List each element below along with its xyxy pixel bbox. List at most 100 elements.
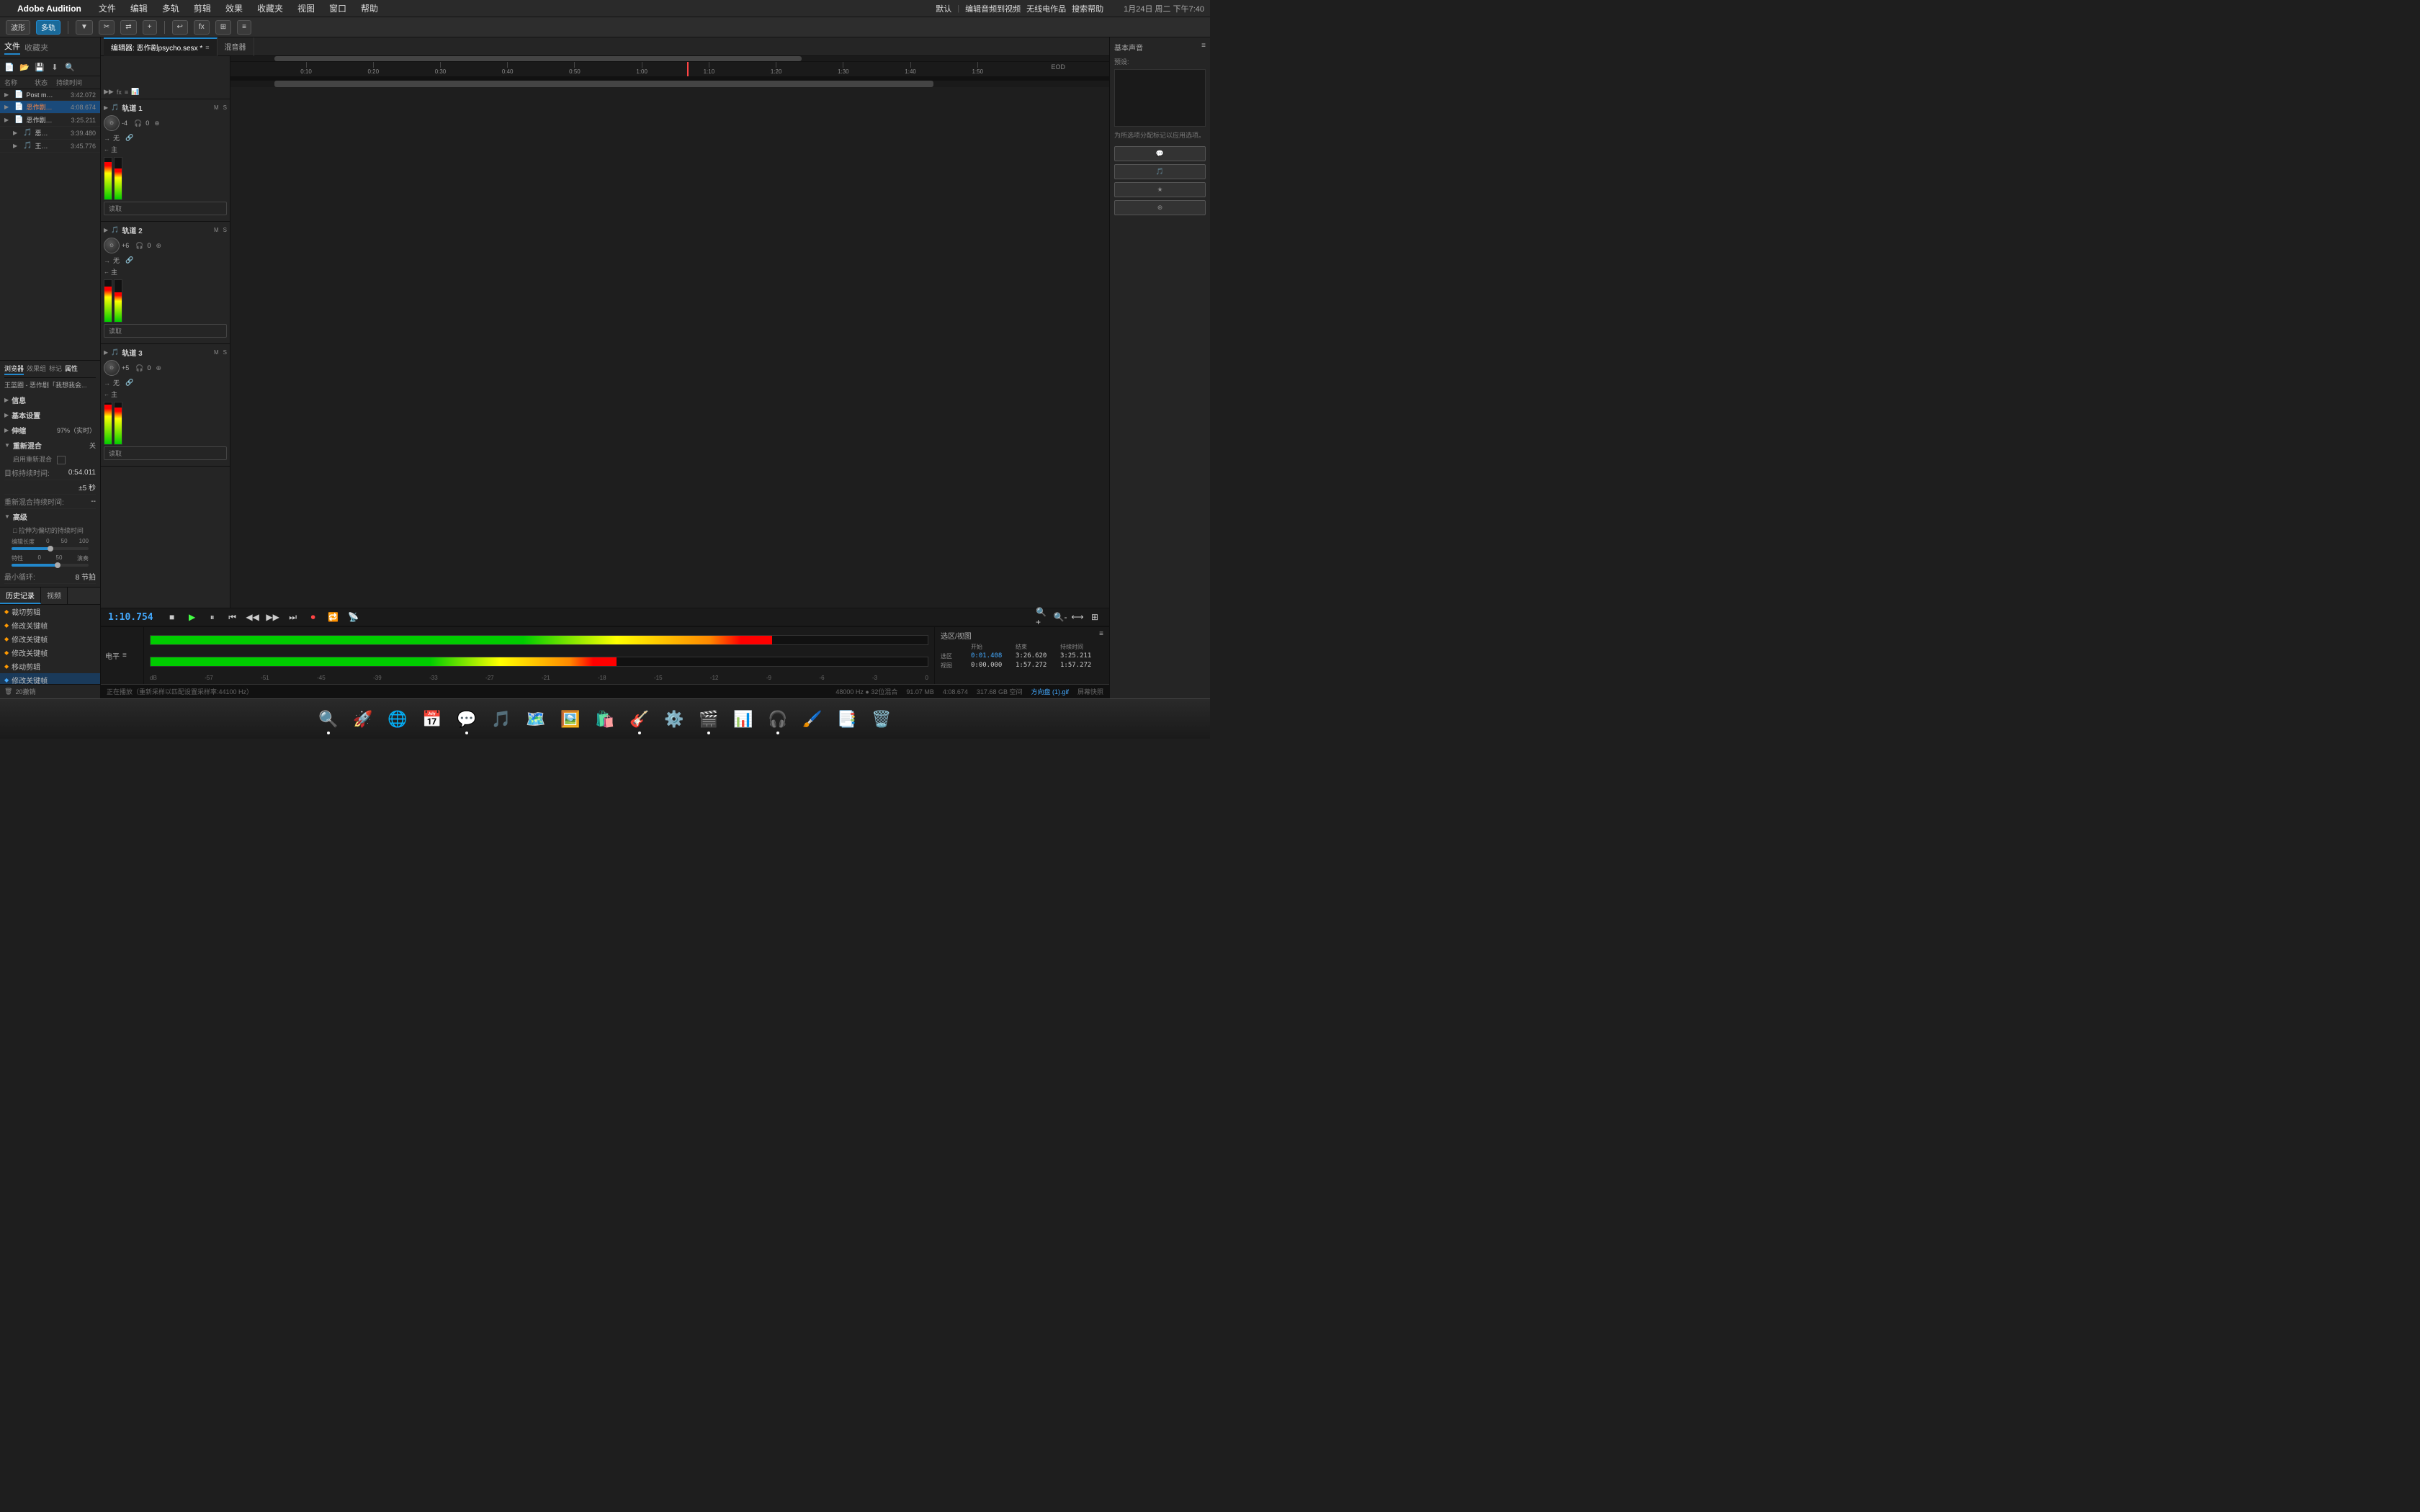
scrollbar-thumb-bottom[interactable] [274, 81, 933, 87]
file-item-2[interactable]: ▶ 📄 恶作剧psycho.sesx * 4:08.674 [0, 101, 100, 114]
btn-rewind[interactable]: ◀◀ [246, 610, 260, 624]
files-import[interactable]: ⬇ [48, 60, 61, 73]
dock-item-wechat[interactable]: 💬 [451, 703, 483, 735]
btn-skip-back[interactable]: ⏮ [225, 610, 240, 624]
tab-effects[interactable]: 效果组 [27, 364, 46, 375]
toolbar-select[interactable]: ▼ [76, 20, 93, 35]
btn-fwd[interactable]: ▶▶ [266, 610, 280, 624]
remix-checkbox[interactable] [57, 456, 66, 464]
dock-item-prefs[interactable]: ⚙️ [658, 703, 690, 735]
dock-item-powerpoint[interactable]: 📑 [831, 703, 863, 735]
tab-files[interactable]: 文件 [4, 40, 20, 55]
right-music-btn[interactable]: 🎵 [1114, 164, 1206, 179]
ctrl-icon-2[interactable]: fx [117, 89, 122, 96]
dock-item-audition[interactable]: 🎧 [762, 703, 794, 735]
history-item-0[interactable]: ◆ 裁切剪辑 [0, 605, 100, 618]
right-filter-btn[interactable]: ⊕ [1114, 200, 1206, 215]
files-save[interactable]: 💾 [33, 60, 46, 73]
tab-video[interactable]: 视频 [41, 588, 68, 604]
toolbar-stats[interactable]: ≡ [237, 20, 251, 35]
track-1-M[interactable]: M [214, 104, 219, 111]
file-item-4[interactable]: ▶ 🎵 恶作剧伴奏 48000 1.wav 3:39.480 [0, 127, 100, 140]
timeline-scrollbar-bottom[interactable] [230, 80, 1109, 87]
btn-record[interactable]: ⏺ [306, 610, 321, 624]
menu-window[interactable]: 窗口 [326, 2, 349, 14]
files-search[interactable]: 🔍 [63, 60, 76, 73]
dock-item-netease[interactable]: 🎵 [485, 703, 517, 735]
track-2-expand[interactable]: ▶ [104, 227, 108, 233]
tab-attrs[interactable]: 属性 [65, 364, 78, 375]
btn-play[interactable]: ▶ [185, 610, 200, 624]
toolbar-multitrack[interactable]: 多轨 [36, 20, 60, 35]
track-1-S[interactable]: S [223, 104, 227, 111]
file-item-3[interactable]: ▶ 📄 恶作剧伴奏_2.wav 3:25.211 [0, 114, 100, 127]
track-3-M[interactable]: M [214, 349, 219, 356]
track-3-expand[interactable]: ▶ [104, 349, 108, 356]
files-new[interactable]: 📄 [3, 60, 16, 73]
history-item-4[interactable]: ◆ 移动剪辑 [0, 660, 100, 673]
dock-item-maps[interactable]: 🗺️ [520, 703, 552, 735]
playhead[interactable] [687, 62, 689, 78]
menu-help[interactable]: 帮助 [358, 2, 381, 14]
menu-edit-audio[interactable]: 编辑音频到视频 [965, 3, 1021, 14]
file-item-1[interactable]: ▶ 📄 Post ma...dio quality].mp3 3:42.072 [0, 89, 100, 101]
track-3-S[interactable]: S [223, 349, 227, 356]
btn-skip-fwd[interactable]: ⏭ [286, 610, 300, 624]
btn-stream[interactable]: 📡 [346, 610, 361, 624]
right-star-btn[interactable]: ★ [1114, 182, 1206, 197]
edit-length-slider[interactable] [12, 547, 89, 550]
editor-tab-session[interactable]: 编辑器: 恶作剧psycho.sesx * ≡ [104, 37, 218, 56]
btn-zoom-out[interactable]: 🔍- [1053, 610, 1067, 624]
menu-multitrack[interactable]: 多轨 [159, 2, 182, 14]
toolbar-time[interactable]: ⇄ [120, 20, 136, 35]
tab-marks[interactable]: 标记 [49, 364, 62, 375]
dock-item-appstore[interactable]: 🛍️ [589, 703, 621, 735]
track-1-volume-knob[interactable]: ⊙ [104, 115, 120, 131]
prop-section-stretch[interactable]: ▶ 伸缩 97%（实时） [4, 423, 96, 438]
toolbar-mixer[interactable]: ⊞ [215, 20, 231, 35]
dock-item-photoshop[interactable]: 🖌️ [797, 703, 828, 735]
prop-section-basic[interactable]: ▶ 基本设置 [4, 408, 96, 423]
prop-section-remix[interactable]: ▼ 重新混合 关 [4, 438, 96, 453]
track-2-M[interactable]: M [214, 227, 219, 233]
ctrl-icon-1[interactable]: ▶▶ [104, 88, 114, 96]
track-1-read[interactable]: 读取 [104, 202, 227, 215]
menu-default[interactable]: 默认 [936, 3, 951, 14]
dock-item-finder[interactable]: 🔍 [313, 703, 344, 735]
track-2-S[interactable]: S [223, 227, 227, 233]
history-item-2[interactable]: ◆ 修改关键帧 [0, 632, 100, 646]
ctrl-icon-4[interactable]: 📊 [131, 88, 139, 96]
prop-section-advanced[interactable]: ▼ 高级 [4, 509, 96, 524]
meter-menu-icon[interactable]: ≡ [122, 652, 127, 660]
tab-browser[interactable]: 浏览器 [4, 364, 24, 375]
dock-item-photos[interactable]: 🖼️ [555, 703, 586, 735]
editor-tab-mixer[interactable]: 混音器 [218, 37, 254, 56]
menu-edit[interactable]: 编辑 [127, 2, 151, 14]
menu-favorites[interactable]: 收藏夹 [254, 2, 286, 14]
toolbar-zoom-in[interactable]: + [143, 20, 157, 35]
dock-item-trash[interactable]: 🗑️ [866, 703, 897, 735]
track-2-volume-knob[interactable]: ⊙ [104, 238, 120, 253]
dock-item-music[interactable]: 🎸 [624, 703, 655, 735]
menu-file[interactable]: 文件 [96, 2, 119, 14]
dock-item-calendar[interactable]: 📅 [416, 703, 448, 735]
history-item-5[interactable]: ◆ 修改关键帧 [0, 673, 100, 684]
track-3-volume-knob[interactable]: ⊙ [104, 360, 120, 376]
btn-zoom-in[interactable]: 🔍+ [1036, 610, 1050, 624]
menu-search[interactable]: 搜索帮助 [1072, 3, 1103, 14]
dock-item-safari-like[interactable]: 🌐 [382, 703, 413, 735]
file-item-5[interactable]: ▶ 🎵 王蓝圈 - 恶... 48000 1.wav 3:45.776 [0, 140, 100, 153]
tab-favorites[interactable]: 收藏夹 [24, 42, 48, 53]
btn-loop[interactable]: 🔁 [326, 610, 341, 624]
property-slider[interactable] [12, 564, 89, 567]
btn-zoom-fit[interactable]: ⟷ [1070, 610, 1085, 624]
sel-menu[interactable]: ≡ [1099, 630, 1103, 641]
files-open[interactable]: 📂 [18, 60, 31, 73]
dock-item-launchpad[interactable]: 🚀 [347, 703, 379, 735]
prop-section-info[interactable]: ▶ 信息 [4, 392, 96, 408]
history-item-3[interactable]: ◆ 修改关键帧 [0, 646, 100, 660]
btn-pause[interactable]: ⏸ [205, 610, 220, 624]
scrollbar-thumb-top[interactable] [274, 56, 802, 61]
toolbar-razor[interactable]: ✂ [99, 20, 115, 35]
menu-wireless[interactable]: 无线电作品 [1026, 3, 1066, 14]
